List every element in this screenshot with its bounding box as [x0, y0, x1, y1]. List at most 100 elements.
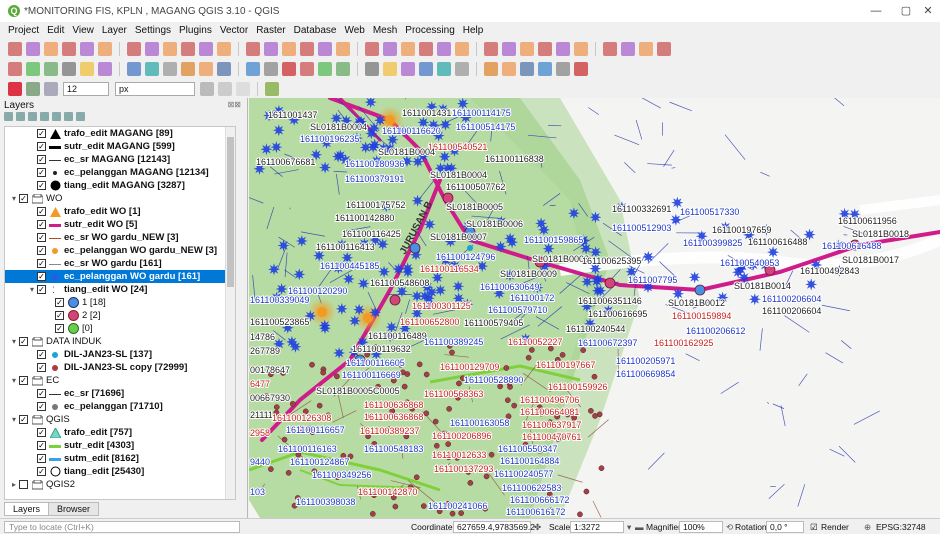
pole-marker[interactable]: [416, 361, 423, 368]
tb2-tool-icon[interactable]: [484, 62, 498, 76]
tb2-tool-icon[interactable]: [181, 62, 195, 76]
crs-globe-icon[interactable]: ⊕: [864, 522, 871, 533]
menu-edit[interactable]: Edit: [47, 25, 64, 36]
menu-processing[interactable]: Processing: [405, 25, 454, 36]
tb2-tool-icon[interactable]: [419, 62, 433, 76]
trafo-wo-marker[interactable]: [317, 307, 327, 317]
tb1-tool-icon[interactable]: [127, 42, 141, 56]
tb1-tool-icon[interactable]: [264, 42, 278, 56]
tiang-wo-marker[interactable]: [604, 277, 616, 289]
tb2-tool-icon[interactable]: [502, 62, 516, 76]
tb1-tool-icon[interactable]: [44, 42, 58, 56]
cancel-tool-icon[interactable]: [218, 82, 232, 96]
tb1-tool-icon[interactable]: [455, 42, 469, 56]
pole-marker[interactable]: [281, 436, 288, 443]
pole-marker[interactable]: [596, 411, 603, 418]
filter-legend-icon[interactable]: [28, 112, 37, 121]
layer-row[interactable]: ✓ec_sr MAGANG [12143]⏚: [5, 153, 235, 167]
tb2-tool-icon[interactable]: [455, 62, 469, 76]
tb1-tool-icon[interactable]: [318, 42, 332, 56]
tb2-tool-icon[interactable]: [80, 62, 94, 76]
manage-theme-icon[interactable]: [16, 112, 25, 121]
layer-row[interactable]: ✓ec_pelanggan WO gardu_NEW [3]⏚: [5, 244, 235, 258]
tb2-tool-icon[interactable]: [264, 62, 278, 76]
tb2-tool-icon[interactable]: [383, 62, 397, 76]
pole-marker[interactable]: [316, 402, 323, 409]
menu-web[interactable]: Web: [344, 25, 364, 36]
tiang-wo-marker[interactable]: [694, 284, 706, 296]
scale-field[interactable]: 1:3272: [570, 521, 624, 533]
pole-marker[interactable]: [445, 441, 452, 447]
layer-row[interactable]: ✓ec_sr WO gardu [161]⏚: [5, 257, 235, 271]
tb1-tool-icon[interactable]: [657, 42, 671, 56]
tb1-tool-icon[interactable]: [62, 42, 76, 56]
expand-arrow-icon[interactable]: ▸: [9, 480, 19, 489]
tb1-tool-icon[interactable]: [538, 42, 552, 56]
customer-marker-icon[interactable]: [748, 293, 761, 306]
pole-marker[interactable]: [598, 465, 605, 472]
layer-visibility-checkbox[interactable]: ✓: [37, 207, 46, 216]
layer-visibility-checkbox[interactable]: ✓: [37, 428, 46, 437]
tb1-tool-icon[interactable]: [502, 42, 516, 56]
tab-layers[interactable]: Layers: [4, 502, 50, 516]
tb1-tool-icon[interactable]: [603, 42, 617, 56]
tb2-tool-icon[interactable]: [401, 62, 415, 76]
locator-search-input[interactable]: Type to locate (Ctrl+K): [4, 521, 240, 533]
tiang-wo-marker[interactable]: [389, 294, 401, 306]
expand-arrow-icon[interactable]: ▾: [9, 337, 19, 346]
font-size-icon[interactable]: [44, 82, 58, 96]
layer-visibility-checkbox[interactable]: ✓: [37, 272, 46, 281]
label-settings-icon[interactable]: [26, 82, 40, 96]
tb1-tool-icon[interactable]: [556, 42, 570, 56]
pole-marker[interactable]: [404, 371, 411, 377]
layer-group-row[interactable]: ▾ ✓ EC: [5, 374, 235, 387]
pole-marker[interactable]: [273, 404, 280, 410]
tb1-tool-icon[interactable]: [145, 42, 159, 56]
pole-marker[interactable]: [449, 349, 455, 356]
tb1-tool-icon[interactable]: [419, 42, 433, 56]
layer-visibility-checkbox[interactable]: ✓: [37, 285, 46, 294]
customer-marker-icon[interactable]: [688, 271, 701, 284]
layer-visibility-checkbox[interactable]: ✓: [37, 389, 46, 398]
identify-icon[interactable]: [265, 82, 279, 96]
panel-close-icon[interactable]: ⊠⊠: [228, 100, 241, 109]
tb2-tool-icon[interactable]: [520, 62, 534, 76]
layer-visibility-checkbox[interactable]: ✓: [37, 168, 46, 177]
layer-visibility-checkbox[interactable]: ✓: [37, 350, 46, 359]
pole-marker[interactable]: [525, 354, 532, 361]
layer-visibility-checkbox[interactable]: ✓: [19, 415, 28, 424]
tb1-tool-icon[interactable]: [80, 42, 94, 56]
menu-project[interactable]: Project: [8, 25, 39, 36]
layer-group-row[interactable]: ▾ ✓ WO: [5, 192, 235, 205]
remove-layer-icon[interactable]: [76, 112, 85, 121]
layer-visibility-checkbox[interactable]: ✓: [37, 233, 46, 242]
layer-visibility-checkbox[interactable]: ✓: [19, 337, 28, 346]
trafo-wo-marker[interactable]: [385, 115, 395, 125]
rotation-field[interactable]: 0,0 °: [766, 521, 804, 533]
label-unit-select[interactable]: px: [115, 82, 195, 96]
menu-plugins[interactable]: Plugins: [179, 25, 212, 36]
layer-row[interactable]: ✓tiang_edit MAGANG [3287]⏚: [5, 179, 235, 193]
tb2-tool-icon[interactable]: [574, 62, 588, 76]
layer-row[interactable]: ✓trafo_edit [757]⏚: [5, 426, 235, 440]
layer-visibility-checkbox[interactable]: ✓: [37, 181, 46, 190]
layer-visibility-checkbox[interactable]: ✓: [37, 402, 46, 411]
layer-visibility-checkbox[interactable]: ✓: [37, 259, 46, 268]
layer-group-row[interactable]: ▾ ✓ QGIS: [5, 413, 235, 426]
layer-tree-scrollbar[interactable]: [225, 127, 235, 499]
tb2-tool-icon[interactable]: [163, 62, 177, 76]
layer-group-row[interactable]: ▾ ✓ DATA INDUK: [5, 335, 235, 348]
layer-visibility-checkbox[interactable]: ✓: [37, 363, 46, 372]
layer-row[interactable]: ✓sutr_edit WO [5]⏚: [5, 218, 235, 232]
layer-visibility-checkbox[interactable]: ✓: [55, 298, 64, 307]
extents-toggle-icon[interactable]: ✤: [534, 522, 541, 533]
tb2-tool-icon[interactable]: [44, 62, 58, 76]
layer-row[interactable]: ✓ 1 [18]: [5, 296, 235, 309]
tb2-tool-icon[interactable]: [199, 62, 213, 76]
expand-all-icon[interactable]: [52, 112, 61, 121]
tb1-tool-icon[interactable]: [401, 42, 415, 56]
layer-visibility-checkbox[interactable]: ✓: [37, 129, 46, 138]
tb1-tool-icon[interactable]: [8, 42, 22, 56]
tb1-tool-icon[interactable]: [246, 42, 260, 56]
pole-marker[interactable]: [401, 383, 408, 390]
